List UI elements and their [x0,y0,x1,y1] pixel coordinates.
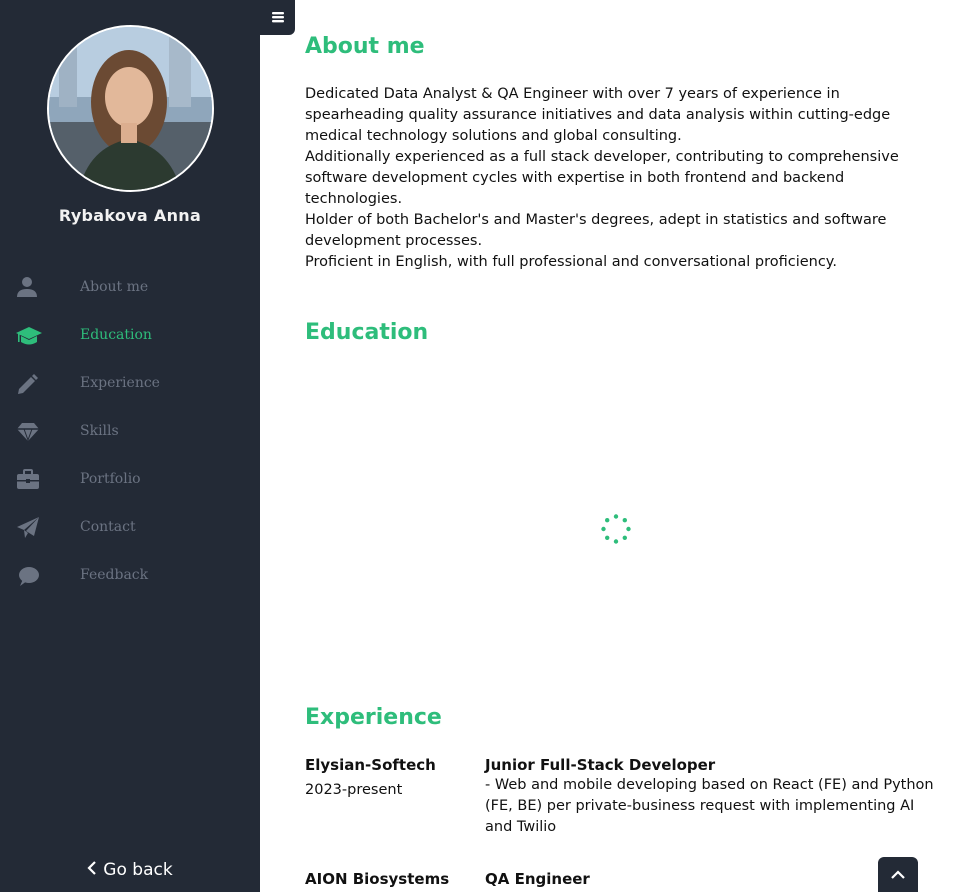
about-paragraph: Dedicated Data Analyst & QA Engineer wit… [305,86,891,144]
sidebar-toggle-button[interactable] [260,0,295,35]
go-back-link[interactable]: Go back [0,860,260,880]
sidebar-item-label: About me [80,279,149,295]
experience-role: Junior Full-Stack Developer [485,756,716,774]
profile-avatar [47,25,214,192]
briefcase-icon [16,468,40,492]
sidebar-item-label: Skills [80,423,119,439]
about-heading: About me [305,34,425,59]
comment-icon [16,564,40,588]
chevron-left-icon [87,860,97,880]
sidebar-item-experience[interactable]: Experience [0,360,260,408]
sidebar-item-label: Experience [80,375,160,391]
experience-company: AION Biosystems [305,870,450,888]
experience-company: Elysian-Softech [305,756,436,774]
sidebar-item-feedback[interactable]: Feedback [0,552,260,600]
sidebar-item-education[interactable]: Education [0,312,260,360]
about-text: Dedicated Data Analyst & QA Engineer wit… [305,84,935,273]
user-icon [16,276,40,300]
spinner-icon [600,513,632,545]
about-paragraph: Proficient in English, with full profess… [305,254,837,270]
sidebar-item-contact[interactable]: Contact [0,504,260,552]
sidebar-item-label: Portfolio [80,471,141,487]
experience-description: - Web and mobile developing based on Rea… [485,777,934,835]
experience-period: 2023-present [305,782,403,798]
sidebar: Rybakova Anna About me Education Experie… [0,0,260,892]
sidebar-item-portfolio[interactable]: Portfolio [0,456,260,504]
chevron-up-icon [891,865,905,884]
about-paragraph: Additionally experienced as a full stack… [305,149,899,207]
about-paragraph: Holder of both Bachelor's and Master's d… [305,212,887,249]
sidebar-item-about[interactable]: About me [0,264,260,312]
diamond-icon [16,420,40,444]
sidebar-nav: About me Education Experience Skills Por… [0,264,260,600]
pencil-icon [16,372,40,396]
scroll-to-top-button[interactable] [878,857,918,892]
profile-name: Rybakova Anna [58,206,202,225]
sidebar-item-label: Feedback [80,567,149,583]
education-heading: Education [305,320,429,345]
experience-role: QA Engineer [485,870,590,888]
profile-photo [49,27,212,190]
experience-heading: Experience [305,705,442,730]
hamburger-icon [271,8,284,27]
sidebar-item-skills[interactable]: Skills [0,408,260,456]
sidebar-item-label: Contact [80,519,136,535]
go-back-label: Go back [103,860,173,880]
sidebar-item-label: Education [80,327,152,343]
paper-plane-icon [16,516,40,540]
graduation-cap-icon [16,324,42,348]
